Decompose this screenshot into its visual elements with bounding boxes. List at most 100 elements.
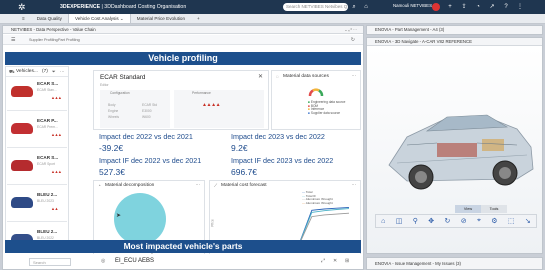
share-arrow-icon[interactable]: ↗ [488,3,496,11]
help-icon[interactable]: ? [502,3,510,11]
warning-icon: ▲▲▲ [51,95,62,100]
line-chart-icon: ⟋ [214,183,218,188]
more-icon[interactable]: ⋯ [60,69,65,75]
home-icon[interactable]: ⌂ [381,218,385,225]
config-key: Wheels [108,115,119,119]
kpi-value: 9.2€ [231,143,248,153]
mouse-cursor-icon: ➤ [116,213,122,219]
vehicle-detail-card: ECAR Standard ✕ Editor Configuration Bod… [93,70,269,130]
list-item[interactable]: ECAR S... ECAR Stan... ▲▲▲ [7,78,67,111]
global-search-input[interactable]: Search NETVIBES Netvibes Q [283,3,348,11]
list-item[interactable]: ECAR P... ECAR Prem... ▲▲▲ [7,115,67,148]
config-value: ECAR Std [142,103,158,107]
warning-icon: ▲▲ [51,206,58,211]
configuration-box: Configuration Body ECAR Std Engine E3000… [100,90,170,128]
parts-search-input[interactable]: Search [29,258,71,266]
close-icon[interactable]: ✕ [258,73,263,80]
vehicle-name: ECAR P... [37,118,58,123]
config-key: Body [108,103,116,107]
part-icon: ◎ [101,258,106,264]
material-cost-forecast-title: Material cost forecast [221,183,267,188]
vehicle-list-panel: ⛟ Vehicles... (7) ⏷ ⋯ ECAR S... ECAR Sta… [5,66,69,252]
vehicle-detail-title: ECAR Standard [100,74,146,81]
tab-view[interactable]: View [455,205,481,213]
breadcrumb-part-profiling[interactable]: Part Profiling [58,38,80,42]
measure-icon[interactable]: ⌖ [477,217,481,225]
zoom-icon[interactable]: ⚲ [413,217,418,225]
tab-vehicle-cost-analysis[interactable]: Vehicle Cost Analysis ⌄ [67,14,131,23]
rotate-icon[interactable]: ↻ [444,217,450,225]
more-icon[interactable]: ⋯ [352,182,357,188]
gauge-icon: ◌ [276,74,279,79]
performance-warning-icon: ▲▲▲▲ [202,102,221,108]
view-cube-icon[interactable]: ⬚ [508,217,515,225]
more-tools-icon[interactable]: ↘ [525,217,531,225]
material-data-sources-card: ◌ Material data sources ⋯ ■ Engineering … [271,70,361,130]
vehicle-thumbnail [11,197,33,208]
vehicle-name: ECAR S... [37,155,59,160]
user-name[interactable]: Namouli NETVIBES [393,3,432,8]
expand-icon[interactable]: ⤢ [321,258,325,264]
kpi-value: 527.3€ [99,167,125,177]
tab-menu-icon[interactable]: ≡ [16,14,31,23]
tab-tools[interactable]: Tools [481,205,507,213]
list-item[interactable]: EI_ECU AEBS [115,258,154,264]
vehicle-name: BLEU 2... [37,192,58,197]
vehicle-profiling-header: Vehicle profiling [5,52,361,65]
close-icon[interactable]: ✕ [333,258,337,264]
refresh-icon[interactable]: ↻ [351,37,355,43]
section-icon[interactable]: ⊘ [461,217,467,225]
pie-slice[interactable] [114,193,166,245]
vehicle-list-header: ⛟ Vehicles... (7) ⏷ ⋯ [6,67,68,77]
vehicle-thumbnail [11,86,33,97]
vehicle-name: ECAR S... [37,81,59,86]
config-key: Engine [108,109,119,113]
impacted-parts-row: Search ◎ EI_ECU AEBS ⤢ ✕ ⊞ [3,254,363,269]
search-icon[interactable]: ⌕ [350,3,358,11]
tab-data-quality[interactable]: Data Quality [31,14,68,23]
list-item[interactable]: ECAR S... ECAR Sport ▲▲▲ [7,152,67,185]
performance-label: Performance [192,91,211,95]
viewer-tab-bar: View Tools [455,205,507,213]
notifications-icon[interactable]: ◔ [474,3,482,11]
list-item[interactable]: BLEU 2... BLEU 2023 ▲▲ [7,189,67,222]
share-icon[interactable]: ⇪ [460,3,468,11]
plus-icon[interactable]: + [446,3,454,11]
grid-icon[interactable]: ⊞ [345,258,349,264]
platform-title: 3DEXPERIENCE | 3DDashboard Costing Organ… [60,4,187,10]
tag-icon[interactable]: ⌂ [362,3,370,11]
fit-all-icon[interactable]: ◫ [396,217,403,225]
series-line [225,208,350,245]
apps-icon[interactable]: ⋮ [516,3,524,11]
breadcrumb-separator: / [53,38,55,42]
viewer-toolbar: ⌂ ◫ ⚲ ✥ ↻ ⊘ ⌖ ⚙ ⬚ ↘ [375,214,537,228]
material-data-sources-title: Material data sources [283,74,329,79]
part-management-window: ENOVIA - Part Management - A4 (3) [366,25,543,35]
tab-material-price-evolution[interactable]: Material Price Evolution [131,14,191,23]
window-controls[interactable]: ⌄ ⤢ ⋯ [344,27,357,32]
window-title: NETVIBES - Data Perspective - Value Chai… [3,26,363,34]
more-icon[interactable]: ⋯ [352,73,357,79]
window-title[interactable]: ENOVIA - Issue Management - My Issues (3… [367,258,542,269]
more-icon[interactable]: ⋯ [196,182,201,188]
value-chain-window: NETVIBES - Data Perspective - Value Chai… [2,25,364,270]
configuration-label: Configuration [110,91,130,95]
filter-icon[interactable]: ⏷ [52,69,56,74]
avatar[interactable] [432,3,440,11]
window-title: ENOVIA - 3D Navigate - A-CAR V82 REFEREN… [367,38,542,46]
material-decomposition-title: Material decomposition [105,183,155,188]
3d-viewer-canvas[interactable]: View Tools ⌂ ◫ ⚲ ✥ ↻ ⊘ ⌖ ⚙ ⬚ ↘ [367,47,542,253]
warning-icon: ▲▲▲ [51,132,62,137]
menu-icon[interactable]: ☰ [11,37,15,43]
most-impacted-parts-header: Most impacted vehicle's parts [5,240,361,253]
add-tab-button[interactable]: + [191,14,206,23]
vehicle-thumbnail [11,123,33,134]
warning-icon: ▲▲▲ [51,169,62,174]
forecast-y-label: Price [210,219,215,227]
series-line [225,206,350,244]
window-title[interactable]: ENOVIA - Part Management - A4 (3) [367,26,542,34]
config-value: E3000 [142,109,152,113]
settings-icon[interactable]: ⚙ [491,217,497,225]
pan-icon[interactable]: ✥ [428,217,434,225]
compass-logo-icon[interactable]: ✲ [18,2,30,12]
